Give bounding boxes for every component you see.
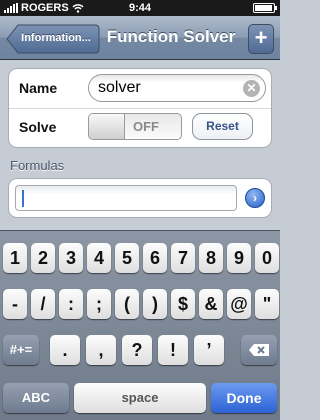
status-bar: ROGERS 9:44	[0, 0, 280, 16]
key-exclamation[interactable]: !	[158, 335, 188, 365]
key-7[interactable]: 7	[171, 243, 195, 273]
abc-key[interactable]: ABC	[3, 383, 69, 413]
disclosure-arrow-icon[interactable]: ›	[245, 188, 265, 208]
battery-icon	[253, 3, 277, 13]
key-2[interactable]: 2	[31, 243, 55, 273]
back-button[interactable]: Information...	[6, 24, 100, 54]
key-1[interactable]: 1	[3, 243, 27, 273]
backspace-icon	[249, 344, 269, 356]
key-ampersand[interactable]: &	[199, 289, 223, 319]
clear-icon[interactable]: ✕	[243, 80, 260, 97]
key-question[interactable]: ?	[122, 335, 152, 365]
formulas-section-label: Formulas	[10, 158, 65, 173]
name-value: solver	[98, 79, 141, 96]
key-hyphen[interactable]: -	[3, 289, 27, 319]
key-3[interactable]: 3	[59, 243, 83, 273]
settings-group: Name solver ✕ Solve OFF Reset	[8, 68, 272, 148]
solve-label: Solve	[19, 119, 57, 135]
name-field[interactable]: solver ✕	[88, 74, 266, 102]
done-key[interactable]: Done	[211, 383, 277, 413]
page-title: Function Solver	[106, 27, 236, 46]
key-period[interactable]: .	[50, 335, 80, 365]
key-5[interactable]: 5	[115, 243, 139, 273]
status-time: 9:44	[128, 2, 152, 14]
key-colon[interactable]: :	[59, 289, 83, 319]
space-key[interactable]: space	[74, 383, 206, 413]
key-comma[interactable]: ,	[86, 335, 116, 365]
navigation-bar: Information... Function Solver +	[0, 16, 280, 60]
key-9[interactable]: 9	[227, 243, 251, 273]
toggle-state: OFF	[133, 119, 159, 134]
key-slash[interactable]: /	[31, 289, 55, 319]
add-button[interactable]: +	[248, 24, 274, 54]
row-divider	[9, 108, 271, 109]
key-8[interactable]: 8	[199, 243, 223, 273]
key-close-paren[interactable]: )	[143, 289, 167, 319]
solve-toggle[interactable]: OFF	[88, 113, 182, 140]
delete-key[interactable]	[241, 335, 277, 365]
toggle-knob	[89, 114, 125, 139]
key-4[interactable]: 4	[87, 243, 111, 273]
formulas-group: ›	[8, 178, 272, 218]
key-apostrophe[interactable]: ’	[194, 335, 224, 365]
key-open-paren[interactable]: (	[115, 289, 139, 319]
key-at[interactable]: @	[227, 289, 251, 319]
key-dollar[interactable]: $	[171, 289, 195, 319]
reset-button[interactable]: Reset	[192, 113, 253, 140]
key-semicolon[interactable]: ;	[87, 289, 111, 319]
name-label: Name	[19, 80, 58, 96]
key-quote[interactable]: "	[255, 289, 279, 319]
text-cursor	[22, 190, 24, 207]
back-button-label: Information...	[21, 32, 91, 44]
formula-input[interactable]	[15, 185, 237, 211]
keyboard: 1 2 3 4 5 6 7 8 9 0 - / : ; ( ) $ & @ " …	[0, 230, 280, 420]
key-0[interactable]: 0	[255, 243, 279, 273]
key-6[interactable]: 6	[143, 243, 167, 273]
symbols-mode-key[interactable]: #+=	[3, 335, 39, 365]
